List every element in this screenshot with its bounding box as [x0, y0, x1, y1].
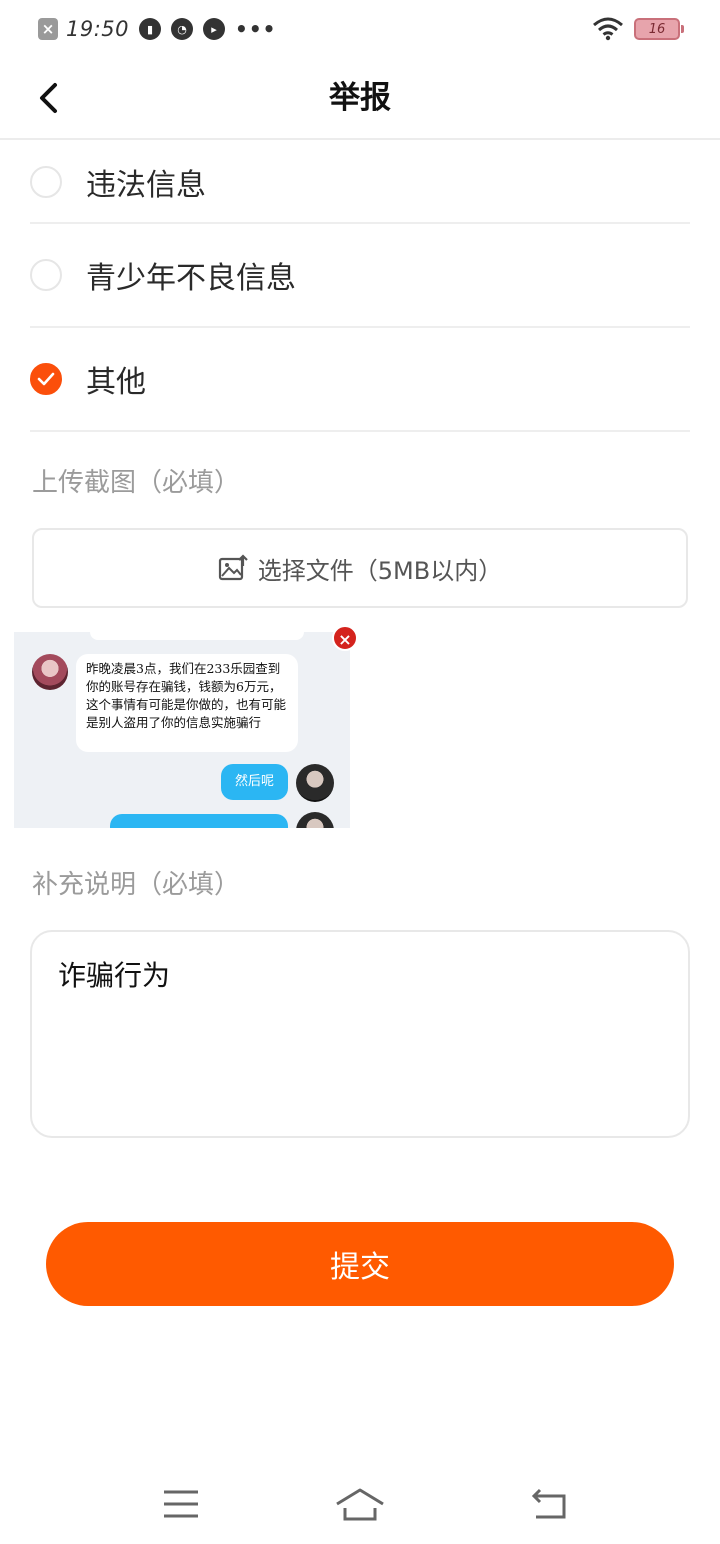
battery-icon: 16 [634, 18, 684, 40]
chat-bubble-fragment [90, 632, 304, 640]
option-illegal-info[interactable]: 违法信息 [30, 142, 690, 224]
menu-icon[interactable] [156, 1482, 206, 1526]
image-upload-icon [218, 554, 248, 581]
close-notification-icon: × [38, 18, 58, 40]
checkmark-icon [37, 372, 55, 386]
avatar [32, 654, 68, 690]
choose-file-button[interactable]: 选择文件（5MB以内） [32, 528, 688, 608]
radio-checked-icon[interactable] [30, 363, 62, 395]
option-label: 其他 [86, 365, 146, 400]
chat-bubble-left: 昨晚凌晨3点，我们在233乐园查到你的账号存在骗钱，钱额为6万元，这个事情有可能… [76, 654, 298, 752]
option-youth-harmful-info[interactable]: 青少年不良信息 [30, 224, 690, 328]
wifi-icon [593, 17, 623, 41]
description-textarea[interactable]: 诈骗行为 [30, 930, 690, 1138]
avatar [296, 812, 334, 828]
status-time: 19:50 [66, 17, 130, 41]
battery-level: 16 [648, 21, 666, 37]
radio-unchecked-icon[interactable] [30, 166, 62, 198]
chat-bubble-fragment [110, 814, 288, 828]
speed-icon: ◔ [171, 18, 194, 40]
choose-file-label: 选择文件（5MB以内） [257, 556, 503, 585]
option-label: 青少年不良信息 [86, 261, 296, 296]
option-label: 违法信息 [86, 168, 206, 203]
voice-icon: ▮ [139, 18, 162, 40]
avatar [296, 764, 334, 802]
submit-button[interactable]: 提交 [46, 1222, 674, 1306]
more-notifications-icon: ••• [235, 17, 277, 41]
chat-bubble-right: 然后呢 [220, 764, 288, 800]
page-title: 举报 [329, 80, 391, 116]
report-options: 违法信息 青少年不良信息 其他 [30, 142, 690, 432]
chat-icon: ▸ [203, 18, 226, 40]
option-other[interactable]: 其他 [30, 328, 690, 432]
back-system-icon[interactable] [526, 1482, 576, 1526]
remove-image-icon[interactable]: × [332, 625, 358, 651]
uploaded-screenshot-thumbnail[interactable]: 昨晚凌晨3点，我们在233乐园查到你的账号存在骗钱，钱额为6万元，这个事情有可能… [14, 632, 350, 828]
radio-unchecked-icon[interactable] [30, 259, 62, 291]
home-icon[interactable] [335, 1482, 385, 1526]
description-section-label: 补充说明（必填） [32, 870, 241, 900]
system-navigation-bar [0, 1464, 720, 1544]
nav-bar: 举报 [0, 56, 720, 140]
upload-section-label: 上传截图（必填） [32, 468, 241, 498]
status-bar: × 19:50 ▮ ◔ ▸ ••• 16 [0, 0, 720, 56]
